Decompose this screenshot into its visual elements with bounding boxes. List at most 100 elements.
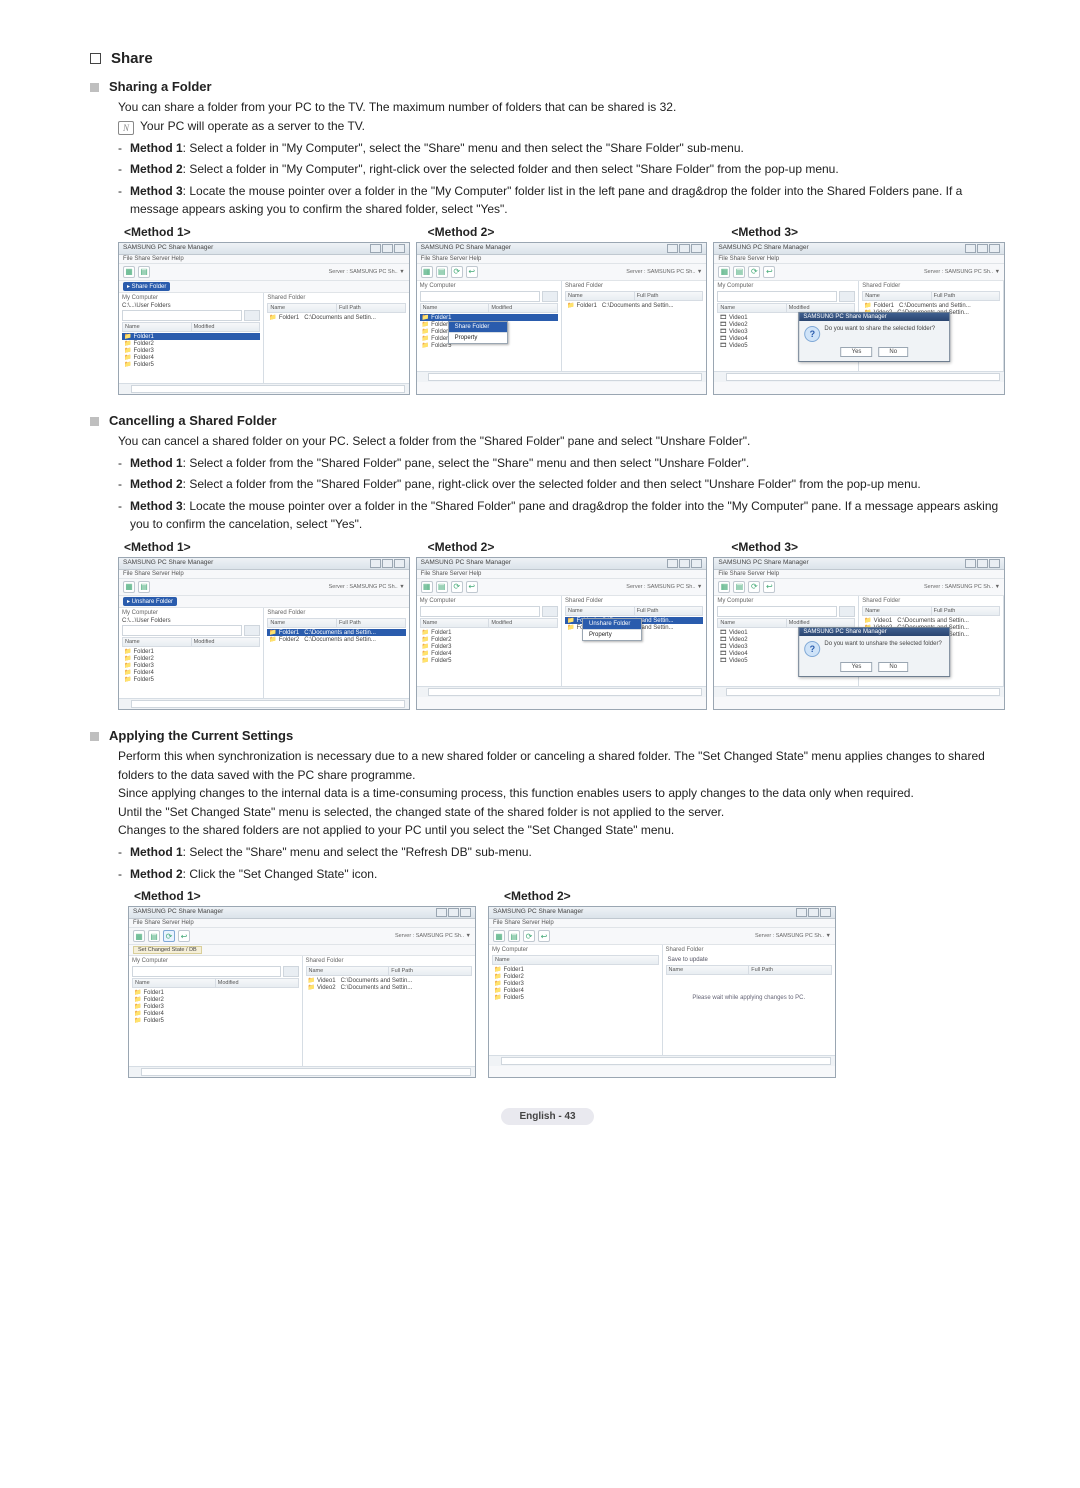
col-header[interactable]: Name — [307, 967, 390, 975]
list-item[interactable]: Folder1 — [420, 629, 558, 636]
back-icon[interactable]: ↩ — [763, 581, 775, 593]
col-header[interactable]: Name — [493, 956, 658, 964]
list-item[interactable]: Folder1 C:\Documents and Settin... — [267, 314, 405, 321]
refresh-db-icon[interactable]: ⟳ — [163, 930, 175, 942]
refresh-icon[interactable]: ⟳ — [451, 581, 463, 593]
minimize-icon[interactable] — [667, 244, 678, 253]
col-header[interactable]: Full Path — [337, 304, 405, 312]
menu-bar[interactable]: File Share Server Help — [714, 570, 1004, 579]
go-button[interactable] — [839, 291, 855, 302]
refresh-icon[interactable]: ⟳ — [748, 581, 760, 593]
context-menu[interactable]: Unshare Folder Property — [582, 618, 642, 641]
share-icon[interactable]: ▦ — [421, 581, 433, 593]
menu-bar[interactable]: File Share Server Help — [714, 255, 1004, 264]
col-header[interactable]: Modified — [192, 638, 260, 646]
share-menu-highlight[interactable]: ▸ Share Folder — [123, 282, 170, 291]
server-label[interactable]: Server : SAMSUNG PC Sh.. ▼ — [626, 269, 702, 275]
list-item[interactable]: Folder1 — [122, 648, 260, 655]
minimize-icon[interactable] — [965, 244, 976, 253]
maximize-icon[interactable] — [448, 908, 459, 917]
list-item[interactable]: Folder4 — [122, 669, 260, 676]
close-icon[interactable] — [394, 244, 405, 253]
col-header[interactable]: Full Path — [749, 966, 831, 974]
list-item[interactable]: Video1 C:\Documents and Settin... — [306, 977, 473, 984]
back-icon[interactable]: ↩ — [538, 930, 550, 942]
list-item[interactable]: Folder5 — [420, 657, 558, 664]
maximize-icon[interactable] — [977, 559, 988, 568]
maximize-icon[interactable] — [679, 559, 690, 568]
server-label[interactable]: Server : SAMSUNG PC Sh.. ▼ — [755, 933, 831, 939]
go-button[interactable] — [283, 966, 299, 977]
share-icon[interactable]: ▦ — [133, 930, 145, 942]
col-header[interactable]: Name — [421, 619, 490, 627]
list-item[interactable]: Folder3 — [122, 347, 260, 354]
list-item[interactable]: Folder2 — [492, 973, 659, 980]
minimize-icon[interactable] — [965, 559, 976, 568]
no-button[interactable]: No — [878, 347, 908, 357]
yes-button[interactable]: Yes — [841, 662, 873, 672]
col-header[interactable]: Modified — [787, 619, 854, 627]
no-button[interactable]: No — [878, 662, 908, 672]
menu-bar[interactable]: File Share Server Help — [119, 570, 409, 579]
list-item[interactable]: Folder2 — [122, 655, 260, 662]
menu-bar[interactable]: File Share Server Help — [119, 255, 409, 264]
list-item[interactable]: Folder4 — [420, 650, 558, 657]
col-header[interactable]: Name — [268, 304, 337, 312]
menu-bar[interactable]: File Share Server Help — [417, 255, 707, 264]
col-header[interactable]: Modified — [489, 304, 557, 312]
explorer-icon[interactable]: ▤ — [436, 581, 448, 593]
server-label[interactable]: Server : SAMSUNG PC Sh.. ▼ — [924, 584, 1000, 590]
list-item[interactable]: Folder3 — [132, 1003, 299, 1010]
list-item[interactable]: Folder2 — [132, 996, 299, 1003]
refresh-icon[interactable]: ⟳ — [523, 930, 535, 942]
list-item[interactable]: Video1 C:\Documents and Settin... — [862, 617, 1000, 624]
ctx-property[interactable]: Property — [449, 332, 507, 343]
go-button[interactable] — [244, 625, 260, 636]
go-button[interactable] — [244, 310, 260, 321]
share-icon[interactable]: ▦ — [123, 581, 135, 593]
list-item[interactable]: Folder5 — [122, 361, 260, 368]
share-icon[interactable]: ▦ — [493, 930, 505, 942]
refresh-icon[interactable]: ⟳ — [748, 266, 760, 278]
list-item[interactable]: Folder3 — [122, 662, 260, 669]
close-icon[interactable] — [691, 559, 702, 568]
server-label[interactable]: Server : SAMSUNG PC Sh.. ▼ — [626, 584, 702, 590]
list-item[interactable]: Folder5 — [492, 994, 659, 1001]
explorer-icon[interactable]: ▤ — [733, 266, 745, 278]
col-header[interactable]: Name — [667, 966, 750, 974]
go-button[interactable] — [542, 291, 558, 302]
col-header[interactable]: Name — [718, 619, 786, 627]
col-header[interactable]: Name — [268, 619, 337, 627]
col-header[interactable]: Name — [863, 607, 931, 615]
list-item[interactable]: Folder4 — [122, 354, 260, 361]
list-item[interactable]: Folder2 — [420, 636, 558, 643]
path-input[interactable] — [420, 291, 540, 302]
explorer-icon[interactable]: ▤ — [138, 266, 150, 278]
col-header[interactable]: Name — [566, 292, 635, 300]
back-icon[interactable]: ↩ — [763, 266, 775, 278]
path-input[interactable] — [717, 291, 837, 302]
list-item[interactable]: Folder1 C:\Documents and Settin... — [565, 302, 703, 309]
list-item[interactable]: Folder5 — [132, 1017, 299, 1024]
back-icon[interactable]: ↩ — [466, 581, 478, 593]
menu-bar[interactable]: File Share Server Help — [129, 919, 475, 928]
share-icon[interactable]: ▦ — [421, 266, 433, 278]
maximize-icon[interactable] — [382, 244, 393, 253]
maximize-icon[interactable] — [977, 244, 988, 253]
list-item[interactable]: Folder4 — [132, 1010, 299, 1017]
minimize-icon[interactable] — [370, 244, 381, 253]
server-label[interactable]: Server : SAMSUNG PC Sh.. ▼ — [924, 269, 1000, 275]
go-button[interactable] — [839, 606, 855, 617]
back-icon[interactable]: ↩ — [466, 266, 478, 278]
menu-bar[interactable]: File Share Server Help — [489, 919, 835, 928]
context-menu[interactable]: Share Folder Property — [448, 321, 508, 344]
col-header[interactable]: Full Path — [932, 607, 999, 615]
close-icon[interactable] — [394, 559, 405, 568]
maximize-icon[interactable] — [382, 559, 393, 568]
col-header[interactable]: Name — [421, 304, 490, 312]
col-header[interactable]: Full Path — [389, 967, 471, 975]
menu-bar[interactable]: File Share Server Help — [417, 570, 707, 579]
list-item[interactable]: Folder1 — [122, 333, 260, 340]
refresh-icon[interactable]: ⟳ — [451, 266, 463, 278]
unshare-menu-highlight[interactable]: ▸ Unshare Folder — [123, 597, 177, 606]
